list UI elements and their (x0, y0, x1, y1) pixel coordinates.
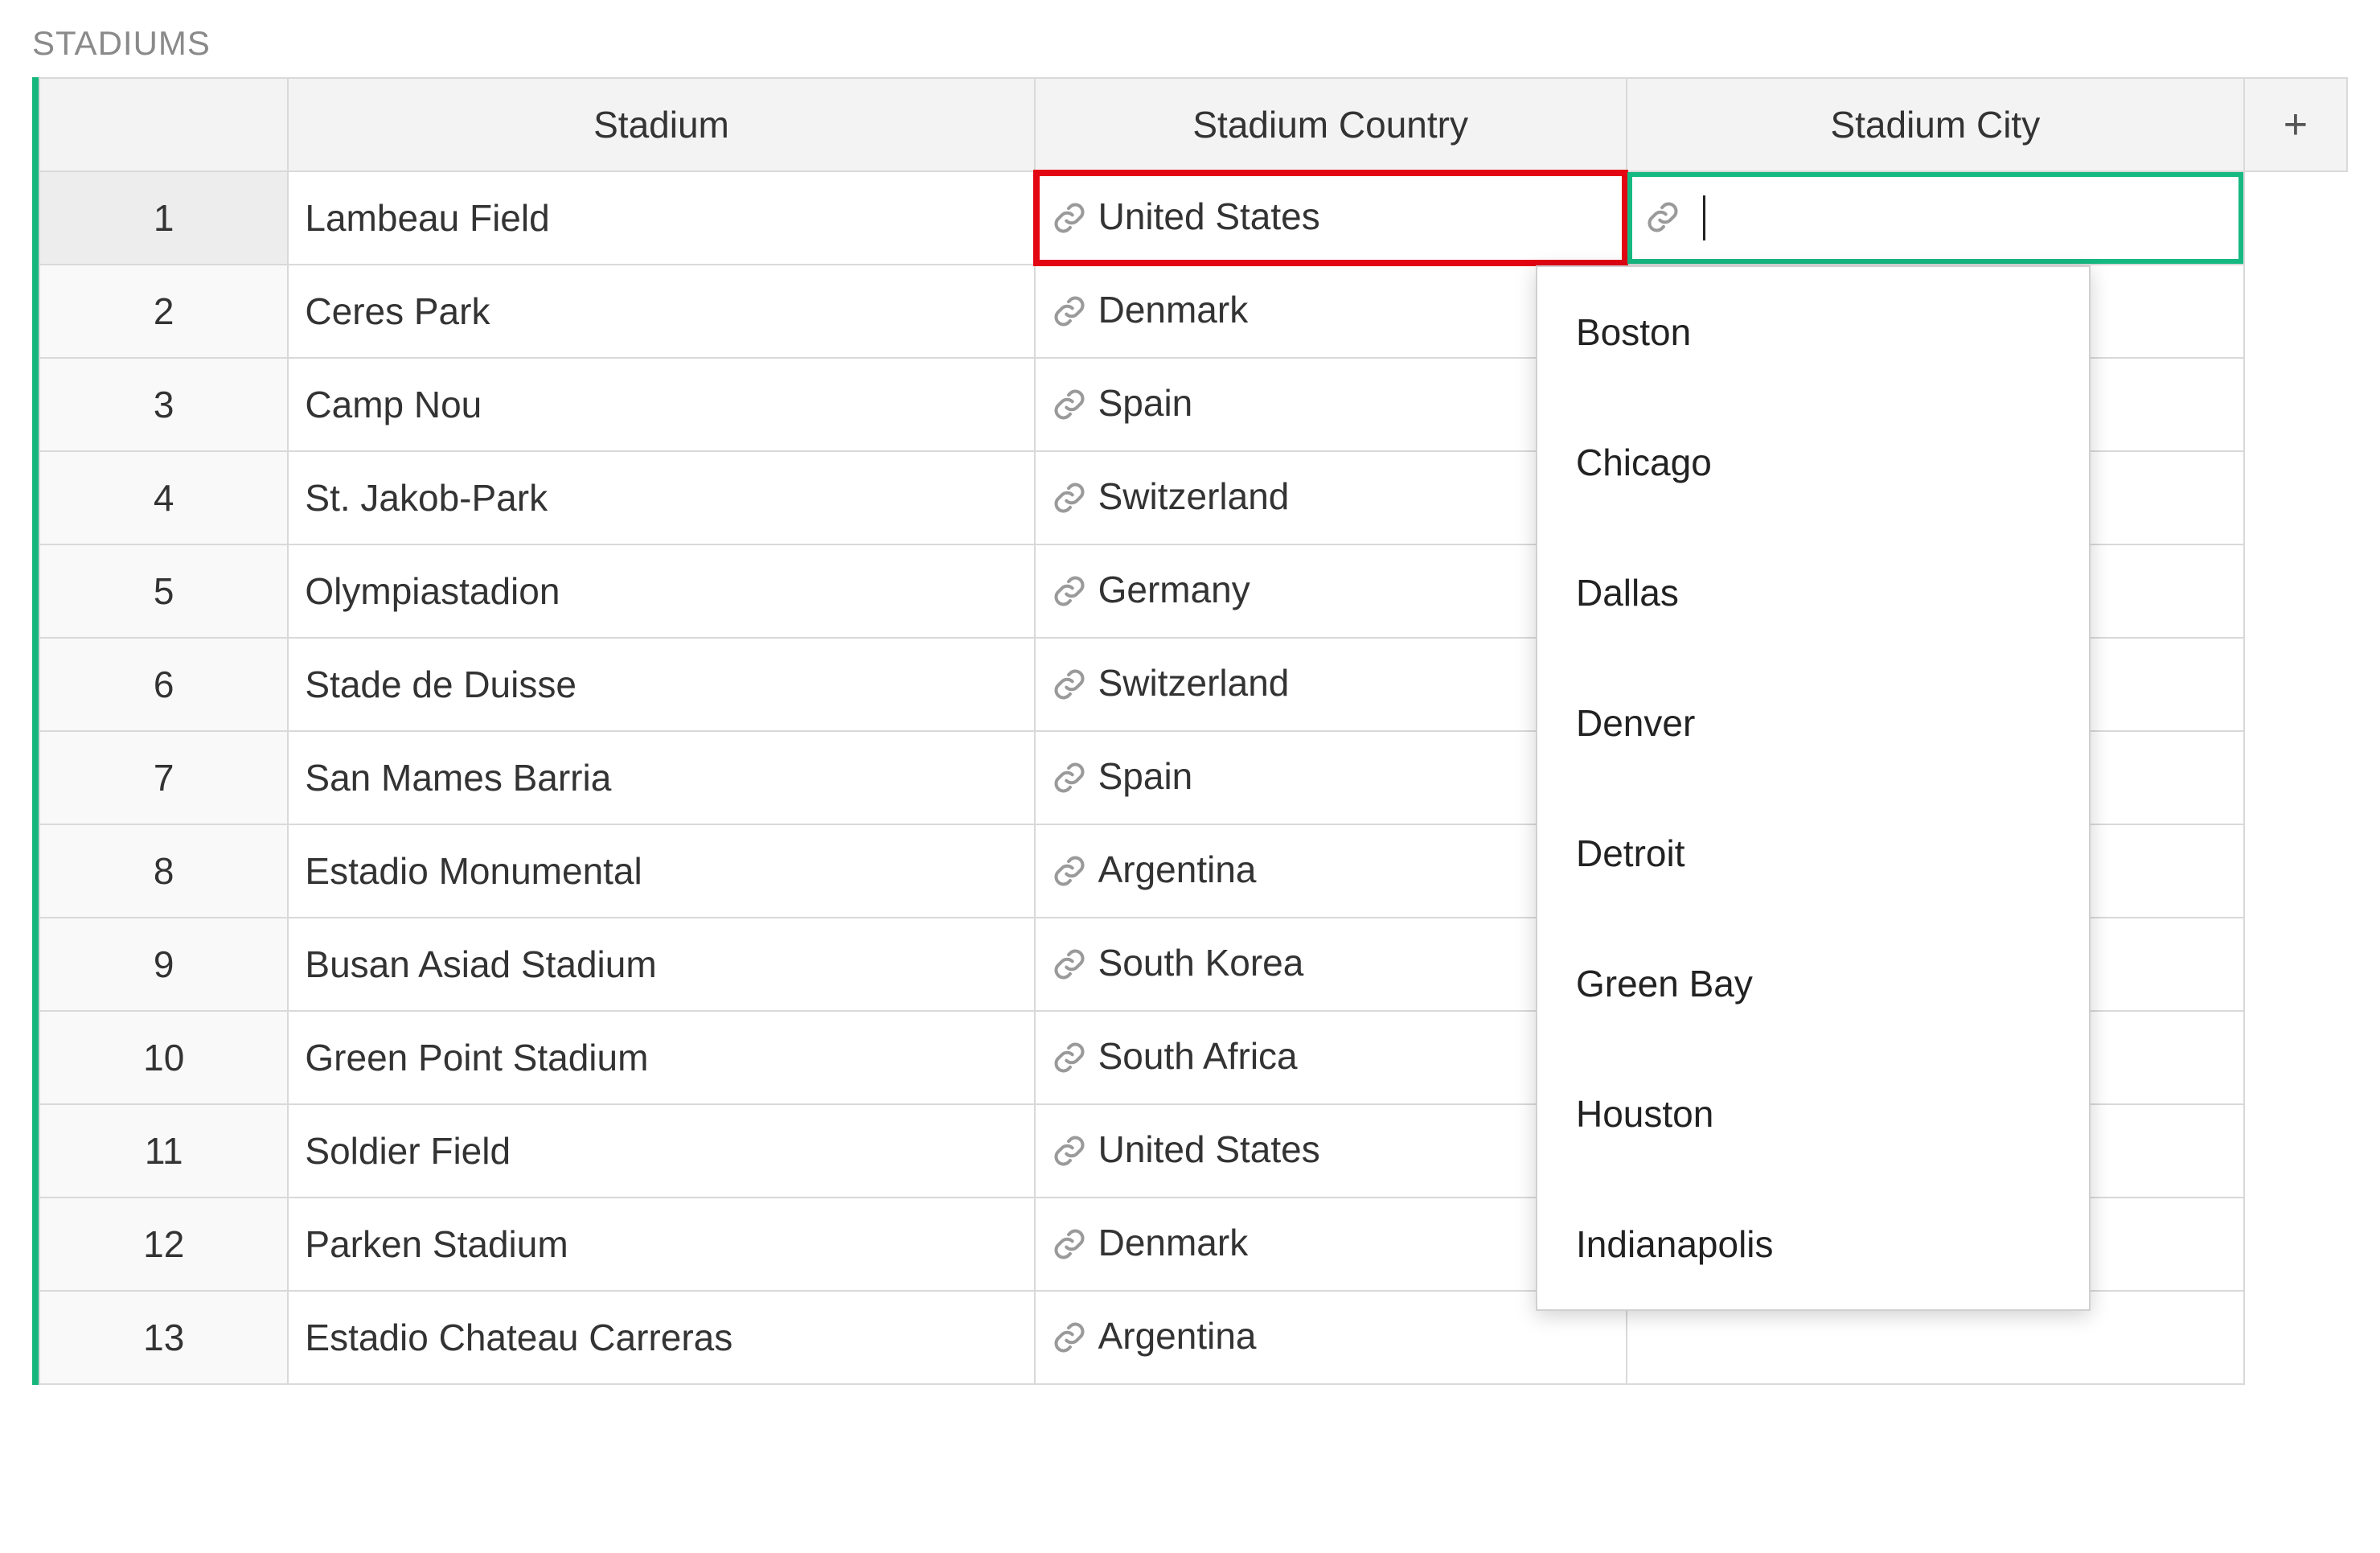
cell-stadium[interactable]: Soldier Field (288, 1104, 1034, 1198)
cell-country-text: Germany (1098, 569, 1250, 610)
cell-add-column (2244, 824, 2347, 918)
cell-country-text: United States (1098, 1128, 1320, 1170)
row-number[interactable]: 4 (39, 451, 288, 544)
link-icon (1052, 200, 1087, 244)
cell-stadium[interactable]: Busan Asiad Stadium (288, 918, 1034, 1011)
cell-stadium[interactable]: Green Point Stadium (288, 1011, 1034, 1104)
cell-country-text: Spain (1098, 755, 1193, 797)
cell-country-text: Argentina (1098, 848, 1257, 890)
table-title: STADIUMS (32, 24, 2348, 63)
dropdown-item[interactable]: Detroit (1537, 788, 2089, 918)
cell-stadium[interactable]: St. Jakob-Park (288, 451, 1034, 544)
cell-stadium[interactable]: Estadio Monumental (288, 824, 1034, 918)
cell-country[interactable]: United States (1035, 171, 1627, 265)
row-number[interactable]: 5 (39, 544, 288, 638)
cell-stadium[interactable]: Stade de Duisse (288, 638, 1034, 731)
cell-stadium[interactable]: Parken Stadium (288, 1198, 1034, 1291)
dropdown-item[interactable]: Chicago (1537, 397, 2089, 528)
link-icon (1052, 853, 1087, 898)
cell-country-text: South Africa (1098, 1035, 1298, 1077)
link-icon (1052, 573, 1087, 618)
city-dropdown[interactable]: BostonChicagoDallasDenverDetroitGreen Ba… (1536, 265, 2091, 1311)
link-icon (1052, 667, 1087, 711)
link-icon (1052, 1320, 1087, 1364)
cell-add-column (2244, 918, 2347, 1011)
add-column-button[interactable]: + (2244, 78, 2347, 171)
cell-stadium[interactable]: Ceres Park (288, 265, 1034, 358)
link-icon (1052, 480, 1087, 524)
link-icon (1052, 1040, 1087, 1084)
text-cursor (1703, 195, 1705, 240)
link-icon (1052, 760, 1087, 804)
row-number[interactable]: 1 (39, 171, 288, 265)
row-number[interactable]: 12 (39, 1198, 288, 1291)
row-number[interactable]: 7 (39, 731, 288, 824)
link-icon (1052, 947, 1087, 991)
link-icon (1052, 294, 1087, 338)
dropdown-item[interactable]: Indianapolis (1537, 1179, 2089, 1309)
cell-add-column (2244, 1011, 2347, 1104)
cell-add-column (2244, 358, 2347, 451)
cell-country-text: Denmark (1098, 289, 1249, 331)
dropdown-item[interactable]: Green Bay (1537, 918, 2089, 1049)
table-row: 1Lambeau Field United States (39, 171, 2347, 265)
row-number[interactable]: 10 (39, 1011, 288, 1104)
row-number[interactable]: 11 (39, 1104, 288, 1198)
cell-stadium[interactable]: Olympiastadion (288, 544, 1034, 638)
column-header-stadium[interactable]: Stadium (288, 78, 1034, 171)
cell-add-column (2244, 451, 2347, 544)
row-number[interactable]: 2 (39, 265, 288, 358)
cell-country-text: United States (1098, 195, 1320, 237)
cell-country-text: Switzerland (1098, 475, 1290, 517)
link-icon (1052, 1133, 1087, 1177)
dropdown-item[interactable]: Denver (1537, 658, 2089, 788)
cell-country-text: Switzerland (1098, 662, 1290, 704)
cell-country-text: Spain (1098, 382, 1193, 424)
row-number[interactable]: 9 (39, 918, 288, 1011)
link-icon (1052, 1226, 1087, 1271)
cell-add-column (2244, 638, 2347, 731)
column-header-city[interactable]: Stadium City (1627, 78, 2244, 171)
cell-country-text: Denmark (1098, 1222, 1249, 1263)
column-header-rownum[interactable] (39, 78, 288, 171)
link-icon (1052, 387, 1087, 431)
cell-add-column (2244, 1291, 2347, 1384)
row-number[interactable]: 6 (39, 638, 288, 731)
cell-add-column (2244, 731, 2347, 824)
link-icon (1645, 199, 1680, 244)
dropdown-item[interactable]: Dallas (1537, 528, 2089, 658)
cell-add-column (2244, 171, 2347, 265)
cell-add-column (2244, 1198, 2347, 1291)
cell-country-text: Argentina (1098, 1315, 1257, 1357)
column-header-country[interactable]: Stadium Country (1035, 78, 1627, 171)
row-number[interactable]: 8 (39, 824, 288, 918)
cell-add-column (2244, 265, 2347, 358)
row-number[interactable]: 3 (39, 358, 288, 451)
cell-stadium[interactable]: Lambeau Field (288, 171, 1034, 265)
dropdown-item[interactable]: Houston (1537, 1049, 2089, 1179)
cell-add-column (2244, 544, 2347, 638)
cell-add-column (2244, 1104, 2347, 1198)
table-container: Stadium Stadium Country Stadium City + 1… (32, 77, 2348, 1385)
cell-country-text: South Korea (1098, 942, 1304, 984)
dropdown-item[interactable]: Boston (1537, 267, 2089, 397)
cell-stadium[interactable]: Estadio Chateau Carreras (288, 1291, 1034, 1384)
cell-stadium[interactable]: San Mames Barria (288, 731, 1034, 824)
cell-stadium[interactable]: Camp Nou (288, 358, 1034, 451)
cell-city[interactable] (1627, 171, 2244, 265)
row-number[interactable]: 13 (39, 1291, 288, 1384)
